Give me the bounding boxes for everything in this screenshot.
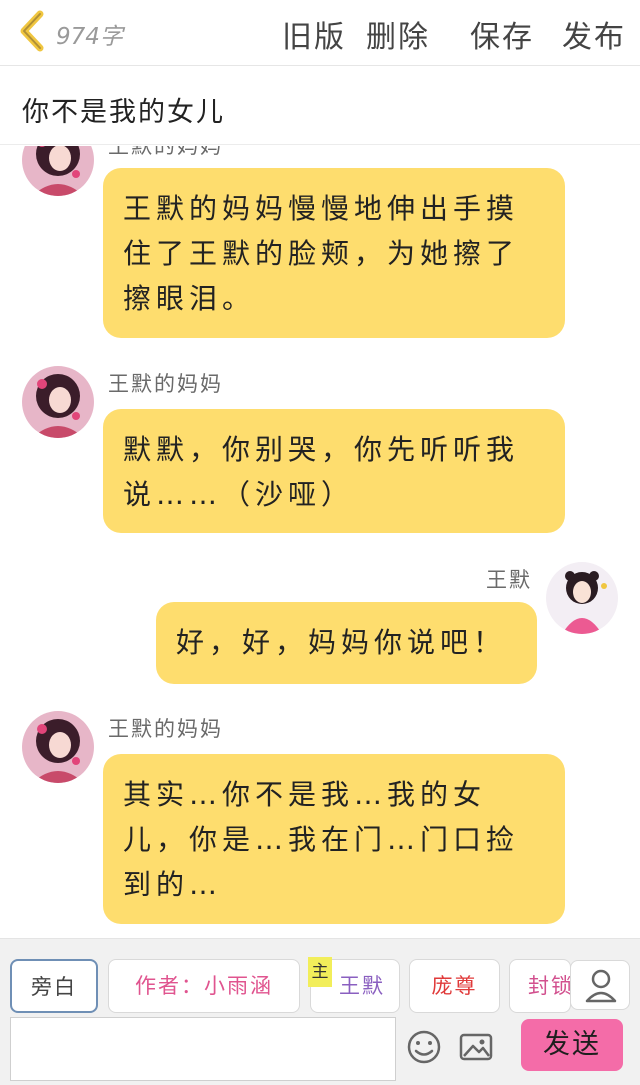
message-bubble[interactable]: 默默，你别哭，你先听听我说……（沙哑） (103, 409, 565, 533)
avatar-wangmo[interactable] (546, 562, 618, 634)
role-chip-narration[interactable]: 旁白 (10, 959, 98, 1013)
save-button[interactable]: 保存 (470, 12, 534, 56)
message-bubble[interactable]: 其实…你不是我…我的女儿，你是…我在门…门口捡到的… (103, 754, 565, 924)
image-icon[interactable] (456, 1027, 496, 1067)
role-chip-fengsuo[interactable]: 封锁 (509, 959, 571, 1013)
person-icon (585, 969, 617, 1003)
delete-button[interactable]: 删除 (366, 12, 430, 56)
speaker-name: 王默的妈妈 (108, 372, 223, 396)
avatar-mother[interactable] (22, 146, 94, 196)
manage-roles-button[interactable] (570, 960, 630, 1010)
message-bubble[interactable]: 好，好，妈妈你说吧！ (156, 602, 537, 684)
speaker-name: 王默的妈妈 (108, 717, 223, 741)
speaker-name: 王默的妈妈 (108, 146, 223, 158)
back-chevron-icon[interactable] (12, 8, 52, 54)
publish-button[interactable]: 发布 (562, 12, 626, 56)
message-bubble[interactable]: 王默的妈妈慢慢地伸出手摸住了王默的脸颊，为她擦了擦眼泪。 (103, 168, 565, 338)
old-version-button[interactable]: 旧版 (282, 12, 346, 56)
story-title-bar[interactable]: 你不是我的女儿 (0, 67, 640, 145)
emoji-icon[interactable] (404, 1027, 444, 1067)
message-input[interactable] (10, 1017, 396, 1081)
chat-area[interactable]: 王默的妈妈 王默的妈妈慢慢地伸出手摸住了王默的脸颊，为她擦了擦眼泪。 王默的妈妈… (0, 146, 640, 938)
avatar-mother[interactable] (22, 366, 94, 438)
word-count: 974字 (56, 24, 123, 50)
send-button[interactable]: 发送 (521, 1019, 623, 1071)
speaker-name: 王默 (486, 568, 532, 592)
top-bar: 974字 旧版 删除 保存 发布 (0, 0, 640, 66)
role-chip-pangzun[interactable]: 庞尊 (409, 959, 500, 1013)
avatar-mother[interactable] (22, 711, 94, 783)
main-character-badge: 主 (308, 957, 332, 987)
role-chip-author[interactable]: 作者：小雨涵 (108, 959, 300, 1013)
story-title: 你不是我的女儿 (22, 97, 225, 128)
composer-bar: 旁白 作者：小雨涵 主 王默 庞尊 封锁 发送 (0, 938, 640, 1085)
